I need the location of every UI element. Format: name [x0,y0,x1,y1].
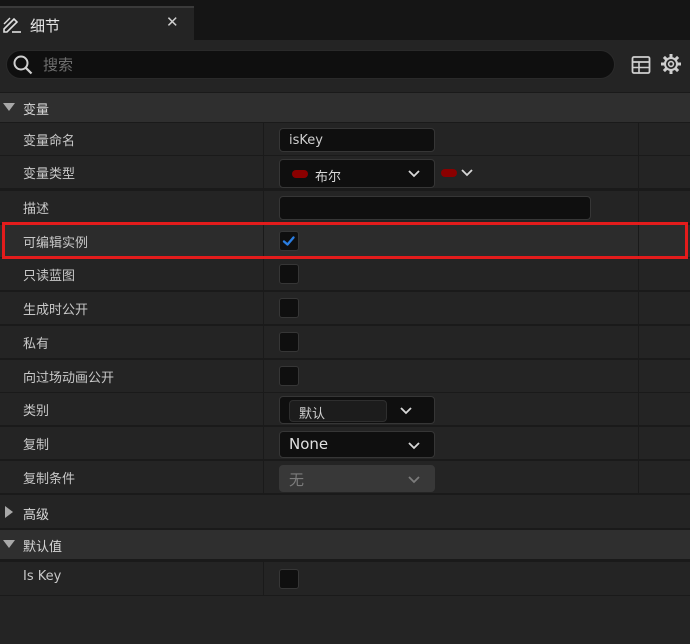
row-is-key: Is Key [0,561,690,596]
section-advanced[interactable]: 高级 [0,494,690,528]
row-blueprint-read-only: 只读蓝图 [0,257,690,291]
column-divider [263,427,264,460]
variable-name-value: isKey [289,133,323,148]
search-icon [13,55,33,75]
row-variable-type: 变量类型 布尔 [0,155,690,189]
search-row [0,40,690,92]
section-advanced-label: 高级 [23,508,50,523]
column-divider [263,292,264,325]
expose-to-cinematics-checkbox[interactable] [279,366,299,386]
section-variable-label: 变量 [23,103,50,118]
row-label: 变量类型 [23,167,76,182]
search-input[interactable] [41,53,605,77]
gear-icon[interactable] [660,53,682,75]
row-expose-to-cinematics: 向过场动画公开 [0,359,690,393]
caret-right-icon [5,506,13,518]
chevron-down-icon [408,170,420,178]
row-label: 复制条件 [23,472,76,487]
row-label: 变量命名 [23,134,76,149]
tab-title: 细节 [30,17,61,35]
column-divider [638,123,639,156]
tab-strip: 细节 ✕ [0,0,690,40]
instance-editable-checkbox[interactable] [279,231,299,251]
section-default-value[interactable]: 默认值 [0,529,690,559]
row-expose-on-spawn: 生成时公开 [0,291,690,325]
row-label: 私有 [23,337,50,352]
chevron-down-icon [408,442,420,450]
column-divider [638,360,639,393]
column-divider [263,360,264,393]
container-type-dropdown[interactable] [440,164,476,182]
category-combo[interactable]: 默认 [279,396,435,424]
section-default-value-label: 默认值 [23,540,63,555]
close-icon[interactable]: ✕ [166,13,179,31]
row-label: 只读蓝图 [23,269,76,284]
replication-condition-dropdown[interactable]: 无 [279,465,435,492]
table-view-icon[interactable] [631,55,651,75]
checkmark-icon [282,236,295,246]
section-variable[interactable]: 变量 [0,92,690,122]
column-divider [638,461,639,494]
is-key-checkbox[interactable] [279,569,299,589]
column-divider [638,156,639,189]
pencil-icon [3,17,21,33]
row-label: 生成时公开 [23,303,89,318]
row-label: 类别 [23,404,50,419]
expose-on-spawn-checkbox[interactable] [279,298,299,318]
row-label: 复制 [23,438,50,453]
column-divider [263,225,264,258]
column-divider [263,123,264,156]
row-description: 描述 [0,190,690,224]
caret-down-icon [3,103,15,111]
replication-dropdown[interactable]: None [279,431,435,458]
row-label: Is Key [23,569,62,584]
column-divider [263,326,264,359]
column-divider [638,326,639,359]
column-divider [638,258,639,291]
variable-type-value: 布尔 [315,170,342,185]
column-divider [263,461,264,494]
row-instance-editable: 可编辑实例 [0,224,690,258]
column-divider [263,393,264,426]
empty-area [0,595,690,644]
chevron-down-icon [408,476,420,484]
caret-down-icon [3,540,15,548]
column-divider [263,156,264,189]
row-label: 描述 [23,202,50,217]
replication-condition-value: 无 [289,471,305,489]
row-replication-condition: 复制条件 无 [0,460,690,494]
column-divider [263,258,264,291]
private-checkbox[interactable] [279,332,299,352]
column-divider [263,191,264,224]
single-pin-icon [441,169,457,177]
tab-details[interactable]: 细节 ✕ [0,6,194,40]
variable-type-dropdown[interactable]: 布尔 [279,159,435,188]
row-label: 向过场动画公开 [23,371,115,386]
chevron-down-icon [400,407,412,415]
column-divider [638,393,639,426]
replication-value: None [289,435,329,453]
description-field[interactable] [279,196,591,220]
column-divider [263,562,264,596]
row-replication: 复制 None [0,426,690,460]
column-divider [638,292,639,325]
column-divider [638,427,639,460]
chevron-down-icon [461,169,473,177]
bool-pin-icon [292,170,308,178]
row-category: 类别 默认 [0,392,690,426]
category-value: 默认 [299,407,326,422]
search-box[interactable] [6,50,615,79]
row-label: 可编辑实例 [23,236,89,251]
category-field[interactable]: 默认 [289,400,387,422]
column-divider [638,191,639,224]
row-variable-name: 变量命名 isKey [0,122,690,156]
column-divider [638,225,639,258]
row-private: 私有 [0,325,690,359]
blueprint-read-only-checkbox[interactable] [279,264,299,284]
variable-name-field[interactable]: isKey [279,128,435,152]
